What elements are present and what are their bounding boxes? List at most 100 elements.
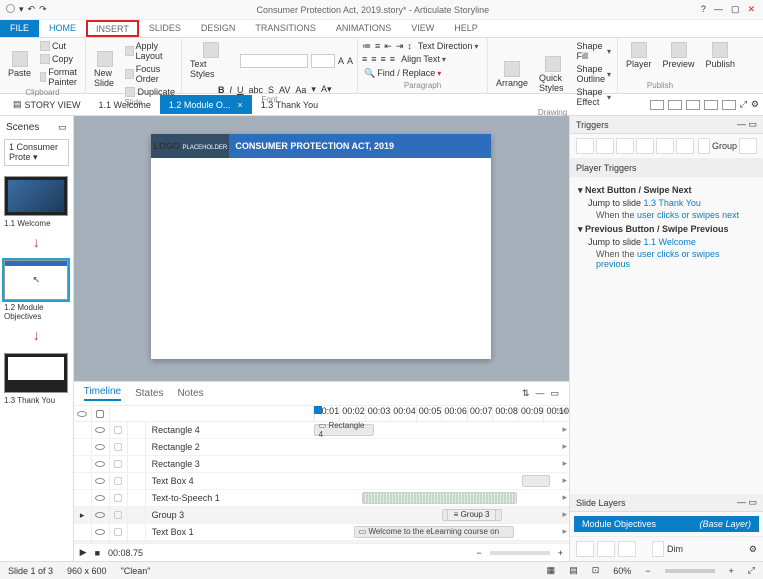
row-end-icon[interactable]: ▸ <box>562 509 567 520</box>
status-zoom-out-icon[interactable]: − <box>645 566 650 576</box>
bold-icon[interactable]: B <box>218 85 225 95</box>
doctab-module[interactable]: 1.2 Module O...× <box>160 95 252 114</box>
view-tablet-l-icon[interactable] <box>668 100 682 110</box>
font-color-icon[interactable]: A▾ <box>321 84 332 95</box>
align-center-icon[interactable]: ≡ <box>371 54 376 64</box>
timeline-zoom-slider[interactable] <box>490 551 550 555</box>
tab-home[interactable]: HOME <box>39 20 86 37</box>
minimize-icon[interactable]: — <box>714 4 723 15</box>
tab-close-icon[interactable]: × <box>237 100 242 110</box>
tab-animations[interactable]: ANIMATIONS <box>326 20 401 37</box>
view-phone-p-icon[interactable] <box>722 100 736 110</box>
zoom-in-icon[interactable]: + <box>558 548 563 558</box>
tab-notes[interactable]: Notes <box>177 388 203 399</box>
play-icon[interactable]: ▶ <box>80 547 87 558</box>
timeline-row[interactable]: Text-to-Speech 1 ▸ <box>74 490 569 507</box>
chevron-icon[interactable]: ▸ <box>74 507 92 524</box>
status-zoom-in-icon[interactable]: + <box>729 566 734 576</box>
italic-icon[interactable]: I <box>230 85 233 95</box>
scene-select[interactable]: 1 Consumer Prote ▾ <box>4 139 69 166</box>
scenes-collapse-icon[interactable]: ▭ <box>58 122 67 133</box>
align-text-button[interactable]: Align Text ▾ <box>399 53 448 65</box>
apply-layout-button[interactable]: Apply Layout <box>123 40 177 62</box>
fit-window-icon[interactable]: ⤢ <box>748 565 755 576</box>
slide-title[interactable]: CONSUMER PROTECTION ACT, 2019 <box>229 134 491 158</box>
numbering-icon[interactable]: ≡ <box>375 41 380 51</box>
add-layer-button[interactable] <box>576 541 594 557</box>
row-toggle[interactable] <box>128 524 146 541</box>
timeline-bar[interactable]: ▭ Welcome to the eLearning course on <box>354 526 514 538</box>
font-size-select[interactable] <box>311 54 335 68</box>
delete-trigger-button[interactable] <box>636 138 654 154</box>
stop-icon[interactable]: ■ <box>95 548 100 558</box>
triggers-pop-icon[interactable]: ▭ <box>748 119 757 129</box>
row-track[interactable]: ≡ Group 2▸ <box>314 541 569 544</box>
row-end-icon[interactable]: ▸ <box>562 526 567 537</box>
tab-states[interactable]: States <box>135 388 163 399</box>
bullets-icon[interactable]: ≔ <box>362 41 371 52</box>
view-phone-l-icon[interactable] <box>704 100 718 110</box>
help-icon[interactable]: ? <box>701 4 706 15</box>
outdent-icon[interactable]: ⇤ <box>384 41 392 52</box>
case-icon[interactable]: Aa <box>295 85 306 95</box>
row-end-icon[interactable]: ▸ <box>562 424 567 435</box>
text-styles-button[interactable]: Text Styles <box>186 40 237 81</box>
cut-button[interactable]: Cut <box>38 40 83 52</box>
lock-icon[interactable] <box>114 443 122 451</box>
player-button[interactable]: Player <box>622 40 656 71</box>
shape-effect-button[interactable]: Shape Effect ▾ <box>574 86 613 108</box>
gear-icon[interactable]: ⚙ <box>751 99 759 110</box>
row-end-icon[interactable]: ▸ <box>562 475 567 486</box>
chevron-icon[interactable] <box>74 490 92 507</box>
row-track[interactable]: ▸ <box>314 490 569 507</box>
zoom-out-icon[interactable]: − <box>476 548 481 558</box>
publish-button[interactable]: Publish <box>702 40 740 71</box>
eye-header-icon[interactable] <box>77 411 87 417</box>
row-track[interactable]: ≡ Group 3 ▸ <box>314 507 569 524</box>
tab-view[interactable]: VIEW <box>401 20 444 37</box>
qat-redo-icon[interactable]: ↷ <box>39 4 47 15</box>
close-icon[interactable]: ✕ <box>747 4 755 15</box>
copy-button[interactable]: Copy <box>38 53 83 65</box>
focus-order-button[interactable]: Focus Order <box>123 63 177 85</box>
row-end-icon[interactable]: ▸ <box>562 441 567 452</box>
layers-min-icon[interactable]: — <box>737 497 746 507</box>
expand-icon[interactable]: ⤢ <box>740 99 747 110</box>
underline-icon[interactable]: U <box>237 85 244 95</box>
timeline-bar[interactable]: ≡ Group 3 <box>442 509 502 521</box>
eye-icon[interactable] <box>95 478 105 484</box>
timeline-row[interactable]: Text Box 4 ▸ <box>74 473 569 490</box>
row-toggle[interactable] <box>128 439 146 456</box>
scene-thumb-3[interactable]: 1.3 Thank You <box>4 353 69 405</box>
lock-icon[interactable] <box>114 426 122 434</box>
triggers-min-icon[interactable]: — <box>737 119 746 129</box>
qat-undo-icon[interactable]: ↶ <box>28 4 36 15</box>
lock-icon[interactable] <box>114 528 122 536</box>
eye-icon[interactable] <box>95 461 105 467</box>
font-family-select[interactable] <box>240 54 309 68</box>
trigger-checkbox[interactable] <box>698 138 710 154</box>
highlight-icon[interactable]: ▾ <box>311 84 316 95</box>
maximize-icon[interactable]: ▢ <box>731 4 740 15</box>
timeline-row[interactable]: Rectangle 3 ▸ <box>74 456 569 473</box>
timeline-row[interactable]: Text Box 1 ▭ Welcome to the eLearning co… <box>74 524 569 541</box>
chevron-icon[interactable] <box>74 439 92 456</box>
lock-icon[interactable] <box>114 460 122 468</box>
row-track[interactable]: ▸ <box>314 473 569 490</box>
timeline-pop-icon[interactable]: ▭ <box>550 388 559 399</box>
text-direction-button[interactable]: Text Direction ▾ <box>416 40 481 52</box>
row-track[interactable]: ▭ Welcome to the eLearning course on ▸ <box>314 524 569 541</box>
slide-canvas[interactable]: LOGO PLACEHOLDER CONSUMER PROTECTION ACT… <box>151 134 491 359</box>
dup-layer-button[interactable] <box>597 541 615 557</box>
align-left-icon[interactable]: ≡ <box>362 54 367 64</box>
view-desktop-icon[interactable] <box>650 100 664 110</box>
zoom-fit-icon[interactable]: ⊡ <box>592 565 600 576</box>
doctab-thankyou[interactable]: 1.3 Thank You <box>252 95 327 114</box>
row-toggle[interactable] <box>128 456 146 473</box>
status-zoom-slider[interactable] <box>665 569 715 573</box>
tab-design[interactable]: DESIGN <box>191 20 246 37</box>
add-trigger-button[interactable] <box>576 138 594 154</box>
lock-icon[interactable] <box>114 511 122 519</box>
justify-icon[interactable]: ≡ <box>390 54 395 64</box>
lock-icon[interactable] <box>114 494 122 502</box>
